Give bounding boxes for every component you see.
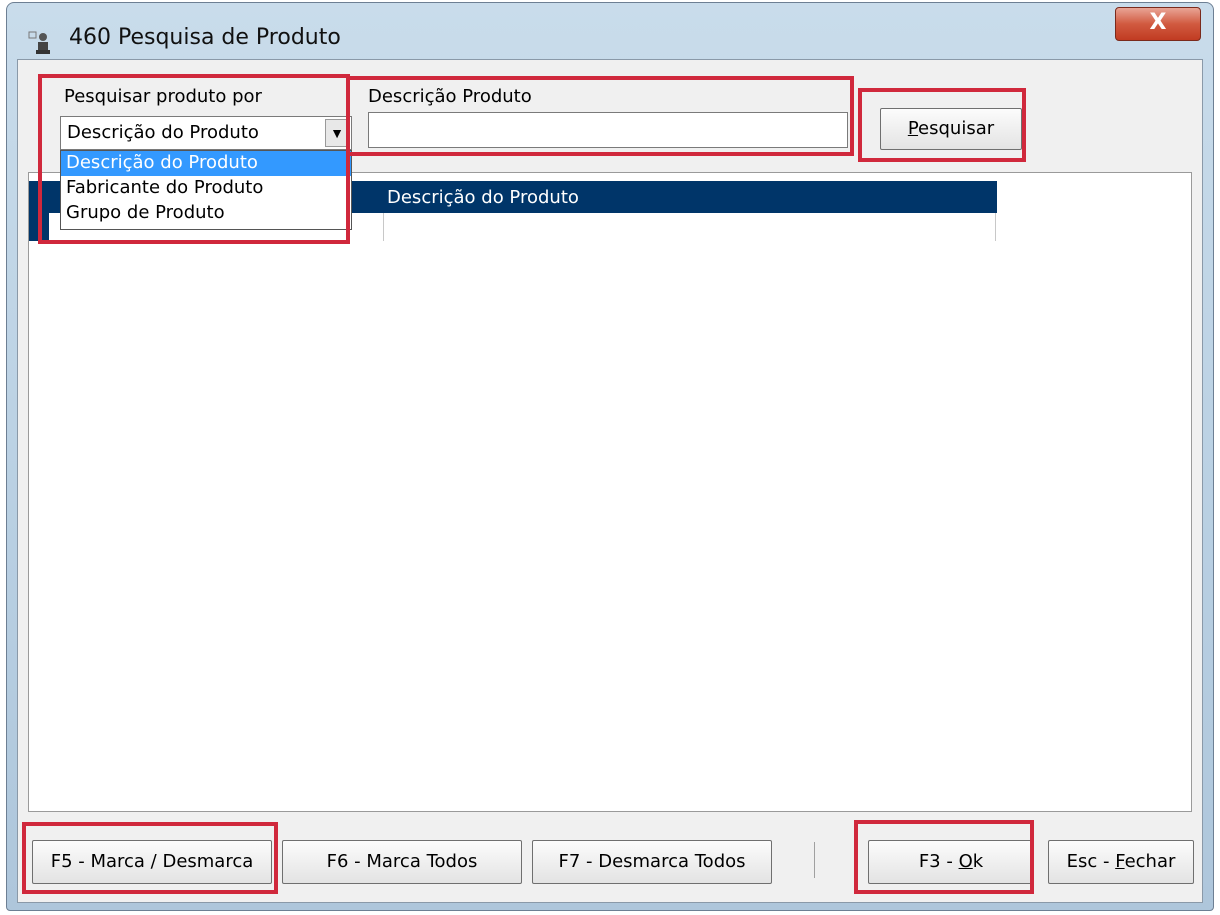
close-button-prefix: Esc -: [1066, 851, 1116, 872]
mark-all-button[interactable]: F6 - Marca Todos: [282, 840, 522, 884]
highlight-toggle-mark: [22, 822, 278, 894]
unmark-all-button[interactable]: F7 - Desmarca Todos: [532, 840, 772, 884]
close-button-rest: echar: [1124, 851, 1176, 872]
close-icon: X: [1149, 10, 1167, 35]
button-separator: [814, 842, 815, 878]
grid-column-header[interactable]: Descrição do Produto: [387, 187, 579, 208]
product-grid[interactable]: Descrição do Produto: [28, 172, 1192, 812]
search-person-icon: [28, 31, 50, 54]
grid-column-divider: [383, 213, 384, 241]
close-window-button[interactable]: X: [1115, 7, 1201, 41]
grid-column-divider-right: [995, 213, 996, 241]
highlight-description: [346, 76, 854, 156]
close-button-mnemonic: F: [1115, 851, 1125, 872]
highlight-ok: [854, 820, 1034, 894]
window-title: 460 Pesquisa de Produto: [69, 25, 341, 50]
title-bar[interactable]: 460 Pesquisa de Produto X: [7, 3, 1213, 61]
highlight-search-button: [858, 88, 1026, 162]
highlight-search-by: [38, 74, 350, 244]
close-button[interactable]: Esc - Fechar: [1048, 840, 1194, 884]
